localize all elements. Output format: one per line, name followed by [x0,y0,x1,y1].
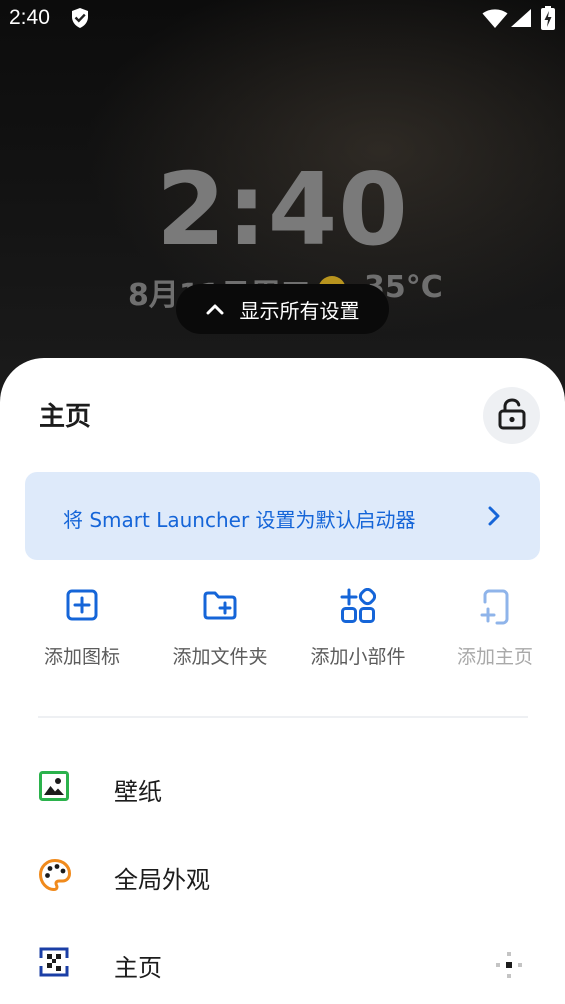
add-folder-label: 添加文件夹 [172,646,268,668]
chevron-up-icon [206,303,224,315]
add-folder-icon [150,588,290,628]
add-square-icon [12,588,152,628]
battery-charging-icon [541,6,555,34]
add-icon-button[interactable]: 添加图标 [12,588,152,669]
status-bar: 2:40 [0,0,565,38]
status-time: 2:40 [9,6,50,29]
menu-item-home[interactable]: 主页 [0,924,565,1004]
add-widget-icon [288,587,428,628]
palette-icon [38,858,74,894]
home-grid-icon [38,946,74,982]
set-default-launcher-banner[interactable]: 将 Smart Launcher 设置为默认启动器 [25,472,540,560]
banner-text: 将 Smart Launcher 设置为默认启动器 [63,508,416,532]
unlock-button[interactable] [483,387,540,444]
sheet-title: 主页 [39,402,92,432]
add-home-page-button[interactable]: 添加主页 [425,588,565,669]
add-widget-button[interactable]: 添加小部件 [288,587,428,669]
add-widget-label: 添加小部件 [310,646,406,668]
wifi-icon [482,9,508,33]
add-folder-button[interactable]: 添加文件夹 [150,588,290,669]
divider [38,716,528,718]
cell-signal-icon [510,8,532,32]
show-all-settings-label: 显示所有设置 [239,298,360,323]
drag-grid-icon[interactable] [494,950,524,984]
add-home-page-label: 添加主页 [456,646,533,668]
wallpaper-icon [38,770,74,806]
unlock-icon [498,397,526,434]
menu-item-label: 主页 [114,954,162,982]
menu-item-global-appearance[interactable]: 全局外观 [0,836,565,916]
shield-check-icon [70,7,90,33]
show-all-settings-button[interactable]: 显示所有设置 [176,284,389,334]
settings-sheet: 主页 将 Smart Launcher 设置为默认启动器 添加图标 添加文件夹 … [0,358,565,1004]
add-page-icon [425,588,565,628]
menu-item-label: 壁纸 [114,778,162,806]
menu-item-wallpaper[interactable]: 壁纸 [0,748,565,828]
menu-item-label: 全局外观 [114,866,210,894]
chevron-right-icon [487,505,501,531]
clock-widget: 2:40 [156,151,409,268]
add-icon-label: 添加图标 [43,646,120,668]
